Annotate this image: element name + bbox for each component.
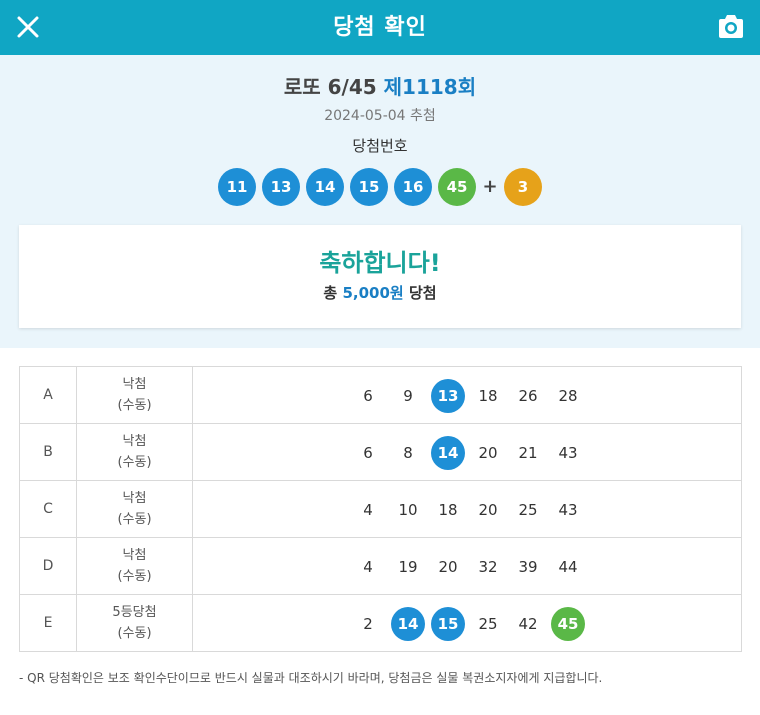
game-mode: (수동): [117, 512, 152, 527]
game-number: 9: [403, 387, 413, 405]
matched-number: 14: [391, 607, 425, 641]
game-result: 5등당첨: [112, 605, 157, 620]
game-row: C 낙첨 (수동) 4 10 18 20 25 43: [19, 480, 742, 538]
game-number: 32: [478, 558, 498, 576]
game-number: 39: [518, 558, 538, 576]
game-number: 21: [518, 444, 538, 462]
game-mode: (수동): [117, 569, 152, 584]
draw-date: 2024-05-04 추첨: [324, 108, 436, 124]
game-number: 25: [518, 501, 538, 519]
game-number: 44: [558, 558, 578, 576]
game-number: 43: [558, 501, 578, 519]
game-label: B: [19, 423, 77, 481]
matched-number: 15: [431, 607, 465, 641]
result-card: 축하합니다! 총 5,000원 당첨: [19, 225, 741, 328]
winning-numbers-label: 당첨번호: [352, 137, 408, 155]
top-bar: 당첨 확인: [0, 0, 760, 55]
game-number: 19: [398, 558, 418, 576]
winning-ball: 11: [218, 168, 256, 206]
prize-prefix: 총: [323, 284, 338, 302]
game-label: C: [19, 480, 77, 538]
draw-info-panel: 로또 6/45 제1118회 2024-05-04 추첨 당첨번호 11 13 14…: [0, 55, 760, 348]
game-number: 26: [518, 387, 538, 405]
prize-amount: 5,000원: [342, 284, 404, 302]
game-row: A 낙첨 (수동) 6 9 13 18 26 28: [19, 366, 742, 424]
winning-ball: 45: [438, 168, 476, 206]
game-numbers: 4 10 18 20 25 43: [192, 480, 742, 538]
game-result: 낙첨: [122, 377, 147, 392]
game-label: A: [19, 366, 77, 424]
game-number: 18: [478, 387, 498, 405]
game-row: E 5등당첨 (수동) 2 14 15 25 42 45: [19, 594, 742, 652]
game-result: 낙첨: [122, 548, 147, 563]
game-number: 2: [363, 615, 373, 633]
game-number: 8: [403, 444, 413, 462]
camera-button[interactable]: [716, 13, 746, 41]
plus-sign: +: [482, 176, 498, 197]
game-result: 낙첨: [122, 491, 147, 506]
game-number: 18: [438, 501, 458, 519]
game-row: D 낙첨 (수동) 4 19 20 32 39 44: [19, 537, 742, 595]
game-status: 낙첨 (수동): [76, 537, 193, 595]
game-number: 42: [518, 615, 538, 633]
camera-icon: [719, 15, 743, 38]
game-label: D: [19, 537, 77, 595]
game-number: 4: [363, 501, 373, 519]
games-table: A 낙첨 (수동) 6 9 13 18 26 28 B 낙첨 (수동) 6 8 14 20 21 43 C 낙첨 (수동…: [19, 366, 742, 652]
winning-numbers: 11 13 14 15 16 45 +3: [0, 168, 760, 206]
game-number: 10: [398, 501, 418, 519]
game-row: B 낙첨 (수동) 6 8 14 20 21 43: [19, 423, 742, 481]
game-number: 25: [478, 615, 498, 633]
game-number: 4: [363, 558, 373, 576]
prize-suffix: 당첨: [408, 284, 437, 302]
game-result: 낙첨: [122, 434, 147, 449]
game-mode: (수동): [117, 455, 152, 470]
notice-text: - QR 당첨확인은 보조 확인수단이므로 반드시 실물과 대조하시기 바라며,…: [19, 671, 603, 685]
game-number: 28: [558, 387, 578, 405]
game-mode: (수동): [117, 398, 152, 413]
prize-summary: 총 5,000원 당첨: [19, 282, 741, 303]
draw-round: 제1118회: [383, 75, 477, 99]
game-numbers: 6 8 14 20 21 43: [192, 423, 742, 481]
draw-title: 로또 6/45 제1118회: [0, 71, 760, 100]
winning-ball: 15: [350, 168, 388, 206]
congrats-message: 축하합니다!: [319, 249, 441, 277]
game-status: 낙첨 (수동): [76, 366, 193, 424]
game-number: 20: [478, 501, 498, 519]
game-number: 6: [363, 444, 373, 462]
game-status: 낙첨 (수동): [76, 480, 193, 538]
game-status: 5등당첨 (수동): [76, 594, 193, 652]
game-numbers: 6 9 13 18 26 28: [192, 366, 742, 424]
game-mode: (수동): [117, 626, 152, 641]
game-status: 낙첨 (수동): [76, 423, 193, 481]
page-title: 당첨 확인: [333, 15, 427, 40]
game-number: 43: [558, 444, 578, 462]
game-name: 로또 6/45: [283, 75, 377, 99]
bonus-ball: 3: [504, 168, 542, 206]
winning-ball: 16: [394, 168, 432, 206]
matched-number: 45: [551, 607, 585, 641]
game-number: 6: [363, 387, 373, 405]
game-number: 20: [478, 444, 498, 462]
winning-ball: 14: [306, 168, 344, 206]
game-number: 20: [438, 558, 458, 576]
game-numbers: 4 19 20 32 39 44: [192, 537, 742, 595]
game-label: E: [19, 594, 77, 652]
winning-ball: 13: [262, 168, 300, 206]
matched-number: 13: [431, 379, 465, 413]
game-numbers: 2 14 15 25 42 45: [192, 594, 742, 652]
matched-number: 14: [431, 436, 465, 470]
